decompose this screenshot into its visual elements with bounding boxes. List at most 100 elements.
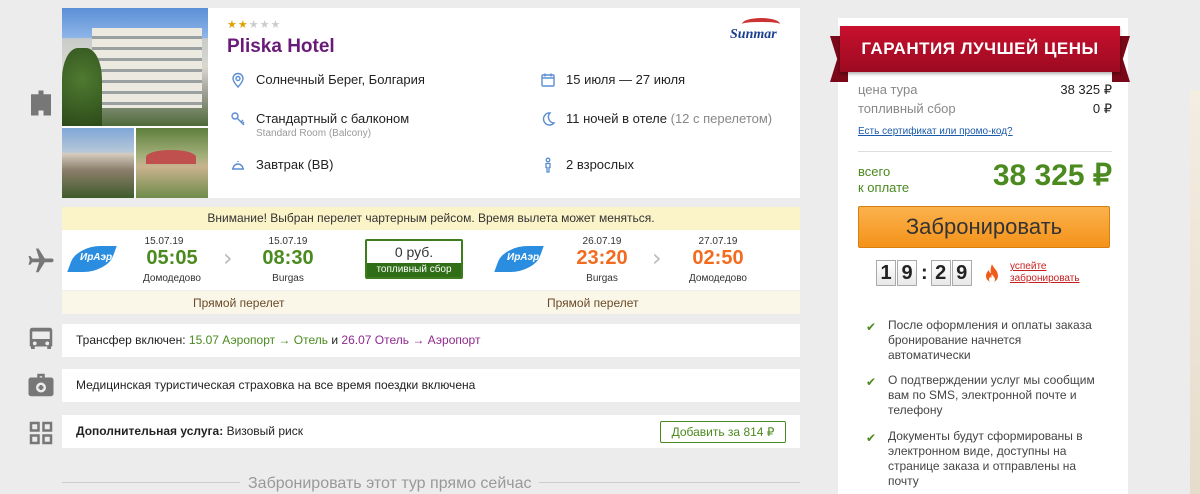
outbound-arr-time: 08:30 bbox=[262, 247, 314, 269]
total-price: 38 325 ₽ bbox=[992, 159, 1112, 192]
hotel-photo-thumb[interactable] bbox=[62, 128, 134, 198]
nights-extra: (12 с перелетом) bbox=[670, 111, 773, 126]
airline-logo-text: ИрАэро bbox=[507, 252, 546, 263]
book-button[interactable]: Забронировать bbox=[858, 206, 1110, 248]
nights-row: 11 ночей в отеле (12 с перелетом) bbox=[540, 111, 772, 127]
direct-flight-bar: Прямой перелет Прямой перелет bbox=[62, 290, 800, 314]
price-divider bbox=[858, 151, 1112, 152]
transfer-and: и bbox=[331, 333, 339, 347]
info-bullet-text: О подтверждении услуг мы сообщим вам по … bbox=[888, 373, 1095, 417]
insurance-row: Медицинская туристическая страховка на в… bbox=[62, 369, 800, 402]
total-label-line1: всего bbox=[858, 164, 891, 179]
check-icon: ✔ bbox=[866, 320, 877, 334]
operator-logo: Sunmar bbox=[730, 18, 786, 42]
room-key-icon bbox=[230, 111, 246, 127]
meal-cloche-icon bbox=[230, 157, 246, 173]
timer-digit: 2 bbox=[930, 260, 951, 286]
hotel-photos[interactable] bbox=[62, 8, 208, 198]
charter-warning: Внимание! Выбран перелет чартерным рейсо… bbox=[62, 207, 800, 230]
inbound-arr-time: 02:50 bbox=[692, 247, 744, 269]
nights-text: 11 ночей в отеле bbox=[566, 111, 667, 126]
outbound-dep-time: 05:05 bbox=[146, 247, 198, 269]
timer-digit: 9 bbox=[951, 260, 972, 286]
location-pin-icon bbox=[230, 72, 246, 89]
operator-logo-text: Sunmar bbox=[730, 27, 777, 42]
location-text: Солнечный Берег, Болгария bbox=[256, 72, 425, 87]
grid-icon bbox=[26, 418, 56, 448]
inbound-dep-date: 26.07.19 bbox=[582, 236, 622, 247]
plane-icon bbox=[26, 246, 56, 276]
guests-row: 2 взрослых bbox=[540, 157, 634, 173]
inbound-dep-time: 23:20 bbox=[576, 247, 628, 269]
fuel-fee-label: топливный сбор bbox=[367, 263, 461, 277]
dates-row: 15 июля — 27 июля bbox=[540, 72, 685, 88]
chevron-right-icon: › bbox=[652, 244, 662, 272]
transfer-second: 26.07 Отель → Аэропорт bbox=[341, 333, 481, 347]
fire-icon bbox=[984, 264, 1000, 284]
guests-text: 2 взрослых bbox=[566, 157, 634, 172]
info-bullet: ✔ Документы будут сформированы в электро… bbox=[866, 429, 1106, 489]
inbound-arr-date: 27.07.19 bbox=[698, 236, 738, 247]
outbound-direct-label: Прямой перелет bbox=[193, 296, 285, 310]
extra-service-name: Визовый риск bbox=[226, 424, 303, 438]
info-bullet: ✔ О подтверждении услуг мы сообщим вам п… bbox=[866, 373, 1106, 418]
background-map-edge bbox=[1190, 90, 1200, 494]
meal-text: Завтрак (BB) bbox=[256, 157, 334, 172]
fuel-fee-value: 0 руб. bbox=[394, 244, 434, 260]
hotel-icon bbox=[26, 88, 56, 118]
hotel-card: ★★★★★ Pliska Hotel Sunmar Солнечный Бере… bbox=[62, 8, 800, 198]
fuel-price-row: топливный сбор 0 ₽ bbox=[858, 101, 1112, 116]
inbound-direct-label: Прямой перелет bbox=[547, 296, 639, 310]
star-rating: ★★★★★ bbox=[227, 19, 282, 31]
book-now-hint: Забронировать этот тур прямо сейчас bbox=[240, 475, 540, 493]
timer-digit: 1 bbox=[876, 260, 896, 286]
extra-service-prefix: Дополнительная услуга: bbox=[76, 424, 224, 438]
room-row: Стандартный с балконом Standard Room (Ba… bbox=[230, 111, 409, 139]
outbound-arr-date: 15.07.19 bbox=[268, 236, 308, 247]
transfer-row: Трансфер включен: 15.07 Аэропорт → Отель… bbox=[62, 324, 800, 357]
flight-card: ИрАэро 15.07.19 05:05 Домодедово › 15.07… bbox=[62, 230, 800, 314]
promo-code-link[interactable]: Есть сертификат или промо-код? bbox=[858, 126, 1013, 137]
bus-icon bbox=[26, 324, 56, 354]
fuel-price-label: топливный сбор bbox=[858, 101, 956, 116]
countdown-timer: 1 9 : 2 9 bbox=[876, 260, 973, 286]
total-label-line2: к оплате bbox=[858, 180, 910, 195]
outbound-dep-place: Домодедово bbox=[143, 273, 201, 284]
airline-logo: ИрАэро bbox=[494, 242, 551, 276]
hurry-line1: успейте bbox=[1010, 261, 1047, 272]
calendar-icon bbox=[540, 72, 556, 88]
book-now-divider: Забронировать этот тур прямо сейчас bbox=[62, 475, 800, 494]
best-price-banner: ГАРАНТИЯ ЛУЧШЕЙ ЦЕНЫ bbox=[830, 26, 1130, 84]
insurance-text: Медицинская туристическая страховка на в… bbox=[76, 378, 476, 392]
medkit-icon bbox=[26, 370, 56, 400]
transfer-first: 15.07 Аэропорт → Отель bbox=[188, 333, 328, 347]
fuel-price-value: 0 ₽ bbox=[1092, 101, 1112, 116]
tour-price-row: цена тура 38 325 ₽ bbox=[858, 82, 1112, 97]
airline-logo: ИрАэро bbox=[67, 242, 124, 276]
person-icon bbox=[540, 157, 556, 173]
tour-price-label: цена тура bbox=[858, 82, 918, 97]
add-visa-risk-button[interactable]: Добавить за 814 ₽ bbox=[660, 421, 786, 443]
room-text: Стандартный с балконом bbox=[256, 111, 410, 126]
location-row: Солнечный Берег, Болгария bbox=[230, 72, 425, 89]
info-bullet-text: Документы будут сформированы в электронн… bbox=[888, 429, 1083, 488]
hurry-link[interactable]: успейте забронировать bbox=[1010, 261, 1080, 285]
extra-service-row: Дополнительная услуга: Визовый риск Доба… bbox=[62, 415, 800, 448]
inbound-dep-place: Burgas bbox=[586, 273, 618, 284]
dates-text: 15 июля — 27 июля bbox=[566, 72, 686, 87]
info-bullet-text: После оформления и оплаты заказа брониро… bbox=[888, 318, 1092, 362]
chevron-right-icon: › bbox=[223, 244, 233, 272]
hotel-photo-main[interactable] bbox=[62, 8, 208, 126]
hurry-line2: забронировать bbox=[1010, 273, 1080, 284]
hotel-photo-thumb[interactable] bbox=[136, 128, 208, 198]
hotel-name[interactable]: Pliska Hotel bbox=[227, 36, 335, 58]
check-icon: ✔ bbox=[866, 375, 877, 389]
info-bullet: ✔ После оформления и оплаты заказа брони… bbox=[866, 318, 1106, 363]
room-subtext: Standard Room (Balcony) bbox=[256, 128, 372, 139]
outbound-arr-place: Burgas bbox=[272, 273, 304, 284]
meal-row: Завтрак (BB) bbox=[230, 157, 333, 173]
booking-panel: цена тура 38 325 ₽ топливный сбор 0 ₽ Ес… bbox=[838, 18, 1128, 494]
outbound-dep-date: 15.07.19 bbox=[144, 236, 184, 247]
best-price-banner-text: ГАРАНТИЯ ЛУЧШЕЙ ЦЕНЫ bbox=[840, 26, 1120, 72]
tour-price-value: 38 325 ₽ bbox=[1060, 82, 1112, 97]
